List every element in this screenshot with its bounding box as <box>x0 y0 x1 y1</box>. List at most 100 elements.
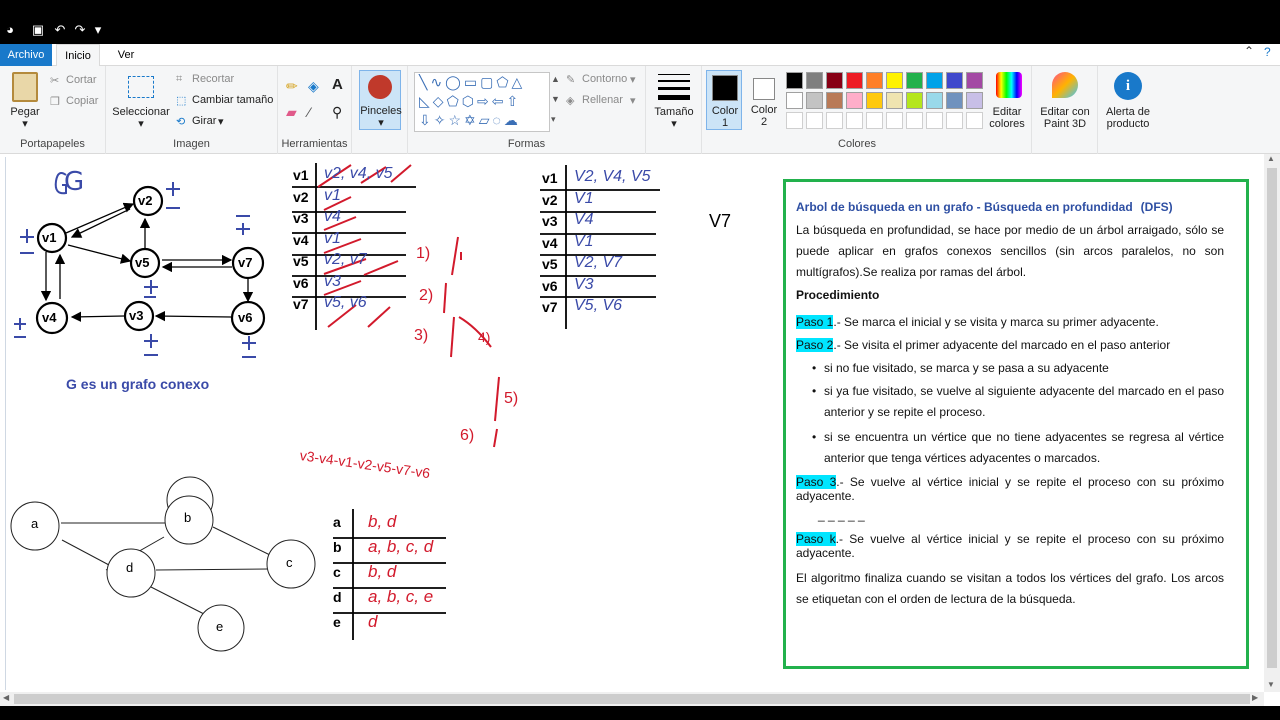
color-picker-icon[interactable]: ⁄ <box>308 104 310 120</box>
shape-callout-oval-icon[interactable]: ◌ <box>493 112 504 128</box>
fill-bucket-icon[interactable]: ◈ <box>308 78 319 95</box>
shape-triangle-icon[interactable]: △ <box>511 74 525 90</box>
save-icon[interactable]: ▣ <box>30 22 46 38</box>
palette-swatch-empty[interactable] <box>926 112 943 129</box>
scroll-up-icon[interactable]: ▲ <box>1267 154 1275 163</box>
palette-swatch[interactable] <box>906 72 923 89</box>
shape-star4-icon[interactable]: ✧ <box>434 112 449 128</box>
palette-swatch[interactable] <box>826 92 843 109</box>
palette-swatch[interactable] <box>786 92 803 109</box>
menu-inicio[interactable]: Inicio <box>56 44 100 67</box>
shape-hexagon-icon[interactable]: ⬡ <box>462 93 477 109</box>
shape-rounded-rect-icon[interactable]: ▢ <box>480 74 496 90</box>
magnifier-icon[interactable]: ⚲ <box>332 104 342 121</box>
shape-curve-icon[interactable]: ∿ <box>430 74 445 90</box>
palette-swatch[interactable] <box>946 72 963 89</box>
menu-archivo[interactable]: Archivo <box>0 44 52 66</box>
pencil-icon[interactable]: ✏ <box>286 78 298 95</box>
select-button[interactable]: Seleccionar <box>110 106 172 118</box>
size-dropdown-icon[interactable]: ▾ <box>646 118 702 130</box>
palette-swatch[interactable] <box>946 92 963 109</box>
palette-swatch-empty[interactable] <box>786 112 803 129</box>
palette-swatch-empty[interactable] <box>846 112 863 129</box>
shape-arrow-down-icon[interactable]: ⇩ <box>419 112 434 128</box>
text-tool-icon[interactable]: A <box>332 76 343 93</box>
shapes-scroll-down-icon[interactable]: ▼ <box>551 94 560 104</box>
select-dropdown-icon[interactable]: ▾ <box>110 118 172 130</box>
palette-swatch-empty[interactable] <box>806 112 823 129</box>
outline-button[interactable]: Contorno <box>582 73 627 85</box>
shape-diamond-icon[interactable]: ◇ <box>433 93 447 109</box>
rotate-button[interactable]: Girar <box>192 115 216 127</box>
copy-button[interactable]: Copiar <box>66 95 98 107</box>
rotate-dropdown-icon[interactable]: ▾ <box>218 115 224 128</box>
palette-swatch[interactable] <box>846 92 863 109</box>
shape-callout-rect-icon[interactable]: ▱ <box>479 112 493 128</box>
horizontal-scroll-thumb[interactable] <box>14 694 1250 704</box>
eraser-icon[interactable]: ▰ <box>286 104 297 121</box>
shape-callout-cloud-icon[interactable]: ☁ <box>504 112 521 128</box>
scroll-left-icon[interactable]: ◀ <box>3 693 9 702</box>
palette-swatch[interactable] <box>786 72 803 89</box>
palette-swatch-empty[interactable] <box>826 112 843 129</box>
palette-swatch[interactable] <box>906 92 923 109</box>
palette-swatch-empty[interactable] <box>866 112 883 129</box>
shape-rectangle-icon[interactable]: ▭ <box>464 74 480 90</box>
product-alert-button[interactable]: Alerta de <box>1098 106 1158 118</box>
customize-quick-access-icon[interactable]: ▾ <box>90 22 106 38</box>
redo-icon[interactable]: ↷ <box>72 22 88 38</box>
palette-swatch[interactable] <box>886 92 903 109</box>
shape-arrow-up-icon[interactable]: ⇧ <box>506 93 521 109</box>
color2-button[interactable]: Color 2 <box>746 70 782 130</box>
shape-line-icon[interactable]: ╲ <box>419 74 430 90</box>
outline-dropdown-icon[interactable]: ▾ <box>630 73 636 86</box>
help-icon[interactable]: ? <box>1264 45 1271 59</box>
fill-dropdown-icon[interactable]: ▾ <box>630 94 636 107</box>
shapes-scroll-up-icon[interactable]: ▲ <box>551 74 560 84</box>
shape-star6-icon[interactable]: ✡ <box>464 112 479 128</box>
palette-swatch-empty[interactable] <box>966 112 983 129</box>
shape-oval-icon[interactable]: ◯ <box>445 74 464 90</box>
color1-button[interactable]: Color 1 <box>706 70 742 130</box>
shape-pentagon-icon[interactable]: ⬠ <box>447 93 462 109</box>
palette-swatch[interactable] <box>846 72 863 89</box>
palette-swatch[interactable] <box>926 92 943 109</box>
cut-button[interactable]: Cortar <box>66 74 97 86</box>
palette-swatch-empty[interactable] <box>886 112 903 129</box>
paint3d-button[interactable]: Editar con <box>1032 106 1098 118</box>
horizontal-scrollbar[interactable]: ◀ ▶ <box>0 692 1264 706</box>
vertical-scrollbar[interactable]: ▲ ▼ <box>1264 154 1280 692</box>
shape-star5-icon[interactable]: ☆ <box>448 112 464 128</box>
shapes-gallery[interactable]: ╲∿◯▭▢⬠△ ◺◇⬠⬡⇨⇦⇧ ⇩✧☆✡▱◌☁ <box>414 72 550 132</box>
minimize-ribbon-icon[interactable]: ⌃ <box>1244 44 1254 58</box>
size-button[interactable]: Tamaño <box>646 106 702 118</box>
scroll-right-icon[interactable]: ▶ <box>1252 693 1258 702</box>
shapes-more-icon[interactable]: ▾ <box>551 114 556 125</box>
scroll-down-icon[interactable]: ▼ <box>1267 680 1275 689</box>
shape-polygon-icon[interactable]: ⬠ <box>496 74 511 90</box>
palette-swatch-empty[interactable] <box>906 112 923 129</box>
palette-swatch[interactable] <box>806 72 823 89</box>
palette-swatch[interactable] <box>966 92 983 109</box>
shape-arrow-left-icon[interactable]: ⇦ <box>492 93 507 109</box>
palette-swatch[interactable] <box>806 92 823 109</box>
edit-colors-button[interactable]: Editar <box>982 106 1032 118</box>
menu-ver[interactable]: Ver <box>108 44 144 66</box>
palette-swatch[interactable] <box>866 72 883 89</box>
palette-swatch[interactable] <box>926 72 943 89</box>
fill-button[interactable]: Rellenar <box>582 94 623 106</box>
shape-arrow-right-icon[interactable]: ⇨ <box>477 93 492 109</box>
brushes-button[interactable]: Pinceles ▾ <box>359 70 402 130</box>
paint-app-icon[interactable]: ◕ <box>2 22 18 38</box>
crop-button[interactable]: Recortar <box>192 73 234 85</box>
palette-swatch-empty[interactable] <box>946 112 963 129</box>
paste-button[interactable]: Pegar <box>5 106 45 118</box>
resize-button[interactable]: Cambiar tamaño <box>192 94 273 106</box>
palette-swatch[interactable] <box>866 92 883 109</box>
drawing-canvas[interactable]: G v1 v2 v5 v7 v4 v3 v6 G es un grafo con… <box>5 157 1262 690</box>
undo-icon[interactable]: ↶ <box>52 22 68 38</box>
palette-swatch[interactable] <box>966 72 983 89</box>
palette-swatch[interactable] <box>826 72 843 89</box>
shape-right-triangle-icon[interactable]: ◺ <box>419 93 433 109</box>
palette-swatch[interactable] <box>886 72 903 89</box>
